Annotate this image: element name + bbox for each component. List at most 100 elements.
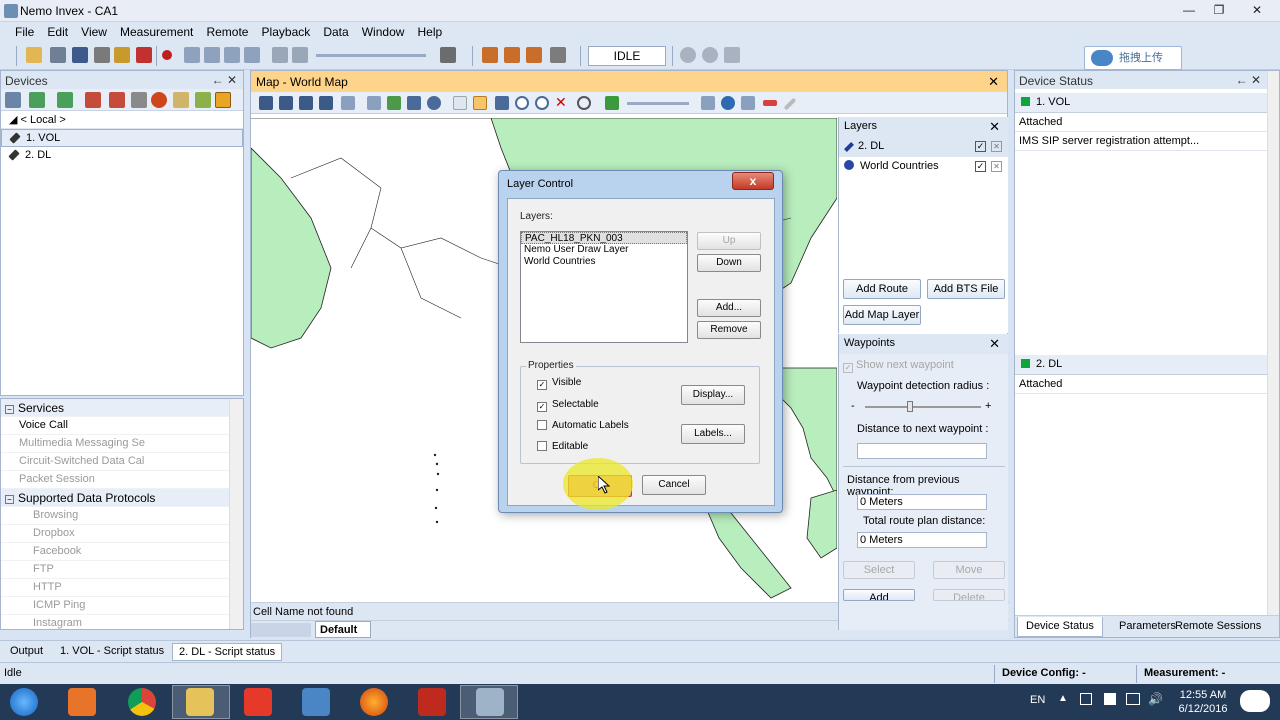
globe-icon[interactable] bbox=[702, 47, 718, 63]
layer-list-item[interactable]: Nemo User Draw Layer bbox=[521, 244, 687, 256]
labels-button[interactable]: Labels... bbox=[681, 424, 745, 444]
menu-data[interactable]: Data bbox=[318, 22, 353, 42]
minimize-icon[interactable]: — bbox=[1174, 0, 1204, 20]
add-bts-button[interactable]: Add BTS File bbox=[927, 279, 1005, 299]
menu-file[interactable]: File bbox=[10, 22, 39, 42]
zoom-out-icon[interactable] bbox=[535, 96, 549, 110]
stop-tools-icon[interactable] bbox=[136, 47, 152, 63]
window1-icon[interactable] bbox=[482, 47, 498, 63]
menu-help[interactable]: Help bbox=[412, 22, 447, 42]
protocol-dropbox[interactable]: Dropbox bbox=[1, 525, 243, 543]
protocol-http[interactable]: HTTP bbox=[1, 579, 243, 597]
pan-hand-icon[interactable] bbox=[473, 96, 487, 110]
layer-row[interactable]: 2. DL ✓ ✕ bbox=[839, 137, 1008, 157]
layer-row[interactable]: World Countries ✓ ✕ bbox=[839, 157, 1008, 177]
menu-edit[interactable]: Edit bbox=[42, 22, 73, 42]
select-button[interactable]: Select bbox=[843, 561, 915, 579]
marker-icon[interactable] bbox=[292, 47, 308, 63]
map-green-icon[interactable] bbox=[605, 96, 619, 110]
layer-remove-icon[interactable]: ✕ bbox=[991, 141, 1002, 152]
weather-icon[interactable] bbox=[1240, 690, 1270, 712]
pause-icon[interactable] bbox=[204, 47, 220, 63]
layers-listbox[interactable]: PAC_HL18_PKN_003 Nemo User Draw Layer Wo… bbox=[520, 231, 688, 343]
tab-device-status[interactable]: Device Status bbox=[1017, 617, 1103, 637]
map-disk-icon[interactable] bbox=[407, 96, 421, 110]
map-open-icon[interactable] bbox=[259, 96, 273, 110]
map-ruler-icon[interactable] bbox=[763, 100, 777, 106]
run-script-icon[interactable] bbox=[195, 92, 211, 108]
pin-close-icons[interactable]: ← ✕ bbox=[212, 73, 237, 87]
menu-view[interactable]: View bbox=[76, 22, 112, 42]
menu-playback[interactable]: Playback bbox=[257, 22, 316, 42]
device-status-scrollbar[interactable] bbox=[1267, 71, 1279, 617]
battery-icon[interactable] bbox=[1126, 693, 1140, 705]
settings-icon[interactable] bbox=[680, 47, 696, 63]
device-remove-icon[interactable] bbox=[85, 92, 101, 108]
record-icon[interactable] bbox=[162, 50, 172, 60]
dialog-close-button[interactable]: x bbox=[732, 172, 774, 190]
service-packet[interactable]: Packet Session bbox=[1, 471, 243, 489]
zoom-in-icon[interactable] bbox=[515, 96, 529, 110]
add-layer-button[interactable]: Add... bbox=[697, 299, 761, 317]
pointer-icon[interactable] bbox=[453, 96, 467, 110]
layer-remove-icon[interactable]: ✕ bbox=[991, 161, 1002, 172]
clock[interactable]: 12:55 AM 6/12/2016 bbox=[1176, 688, 1230, 716]
tools-icon[interactable] bbox=[94, 47, 110, 63]
services-header[interactable]: − Services bbox=[1, 399, 243, 417]
tab-dl-script-status[interactable]: 2. DL - Script status bbox=[172, 643, 283, 661]
down-button[interactable]: Down bbox=[697, 254, 761, 272]
volume-icon[interactable]: 🔊 bbox=[1148, 692, 1163, 706]
maximize-icon[interactable]: ❐ bbox=[1204, 0, 1234, 20]
radius-slider[interactable] bbox=[865, 406, 981, 408]
stop-icon[interactable] bbox=[224, 47, 240, 63]
map-export-icon[interactable] bbox=[387, 96, 401, 110]
language-indicator[interactable]: EN bbox=[1030, 694, 1045, 706]
map-layer-icon[interactable] bbox=[299, 96, 313, 110]
device-2[interactable]: 2. DL bbox=[1, 147, 243, 165]
playback-slider[interactable] bbox=[316, 54, 426, 57]
layer-list-item[interactable]: World Countries bbox=[521, 256, 687, 268]
visible-checkbox[interactable]: ✓ Visible bbox=[537, 377, 581, 390]
map-close-icon[interactable]: ✕ bbox=[988, 74, 999, 90]
delete-waypoint-button[interactable]: Delete bbox=[933, 589, 1005, 601]
device-scan-icon[interactable] bbox=[109, 92, 125, 108]
local-group[interactable]: ◢ < Local > bbox=[1, 111, 243, 129]
layer-visible-checkbox[interactable]: ✓ bbox=[975, 141, 986, 152]
tab-vol-script-status[interactable]: 1. VOL - Script status bbox=[54, 643, 170, 661]
protocol-instagram[interactable]: Instagram bbox=[1, 615, 243, 629]
protocols-header[interactable]: − Supported Data Protocols bbox=[1, 489, 243, 507]
add-route-button[interactable]: Add Route bbox=[843, 279, 921, 299]
map-world-icon[interactable] bbox=[721, 96, 735, 110]
close-icon[interactable]: ✕ bbox=[1234, 0, 1280, 20]
auto-labels-checkbox[interactable]: Automatic Labels bbox=[537, 420, 629, 431]
menu-measurement[interactable]: Measurement bbox=[115, 22, 198, 42]
map-legend-icon[interactable] bbox=[741, 96, 755, 110]
pin-close-icons[interactable]: ← ✕ bbox=[1236, 73, 1261, 87]
remove-layer-button[interactable]: Remove bbox=[697, 321, 761, 339]
window2-icon[interactable] bbox=[504, 47, 520, 63]
up-button[interactable]: Up bbox=[697, 232, 761, 250]
tab-default[interactable]: Default bbox=[315, 621, 371, 638]
show-next-waypoint-checkbox[interactable]: ✓ Show next waypoint bbox=[843, 359, 954, 373]
window4-icon[interactable] bbox=[550, 47, 566, 63]
fit-icon[interactable] bbox=[495, 96, 509, 110]
menu-window[interactable]: Window bbox=[357, 22, 410, 42]
layer-visible-checkbox[interactable]: ✓ bbox=[975, 161, 986, 172]
open-icon[interactable] bbox=[26, 47, 42, 63]
warning-icon[interactable] bbox=[151, 92, 167, 108]
services-scrollbar[interactable] bbox=[229, 399, 243, 629]
clear-icon[interactable]: ✕ bbox=[555, 95, 569, 110]
display-button[interactable]: Display... bbox=[681, 385, 745, 405]
map-image-icon[interactable] bbox=[367, 96, 381, 110]
cancel-button[interactable]: Cancel bbox=[642, 475, 706, 495]
device-disconnect-icon[interactable] bbox=[57, 92, 73, 108]
radius-slider-thumb[interactable] bbox=[907, 401, 913, 412]
upload-button[interactable]: 拖拽上传 bbox=[1084, 46, 1182, 70]
protocol-facebook[interactable]: Facebook bbox=[1, 543, 243, 561]
selectable-checkbox[interactable]: ✓ Selectable bbox=[537, 399, 599, 412]
layer-list-item[interactable]: PAC_HL18_PKN_003 bbox=[521, 232, 687, 244]
protocol-icmp-ping[interactable]: ICMP Ping bbox=[1, 597, 243, 615]
zoom-slider[interactable] bbox=[627, 102, 689, 105]
map-save-icon[interactable] bbox=[279, 96, 293, 110]
tray-up-icon[interactable]: ▲ bbox=[1058, 693, 1068, 704]
